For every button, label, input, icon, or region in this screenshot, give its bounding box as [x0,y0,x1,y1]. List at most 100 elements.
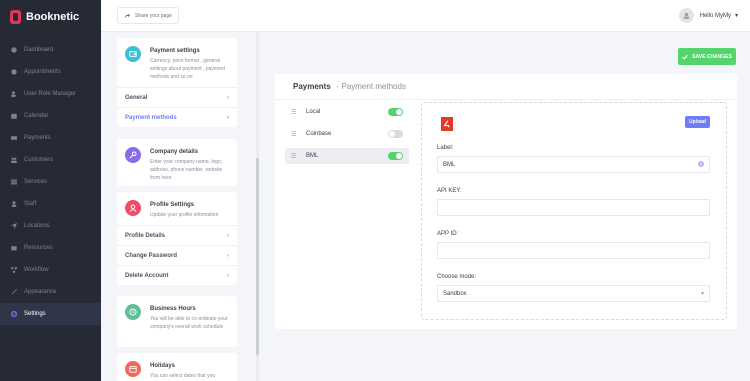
booknetic-logo-icon [10,10,21,24]
label-field-label: Label: [437,145,454,151]
sidebar-item-calendar[interactable]: Calendar [0,105,101,127]
resources-icon [11,245,17,251]
card-description: You will be able to co-ordinate your com… [150,316,228,330]
share-page-button[interactable]: Share your page [117,7,179,24]
app-logo[interactable]: Booknetic [10,9,79,25]
chevron-right-icon: › [227,232,229,239]
sidebar-item-dashboard[interactable]: Dashboard [0,39,101,61]
payment-method-bml[interactable]: ☰ BML [285,148,409,164]
sidebar-item-resources[interactable]: Resources [0,237,101,259]
settings-item-general[interactable]: General › [117,87,237,107]
payment-method-toggle[interactable] [388,152,403,160]
app-name: Booknetic [26,11,80,23]
settings-item-delete-account[interactable]: Delete Account › [117,265,237,285]
avatar [678,8,694,23]
user-icon [125,200,141,216]
page-subtitle: Payment methods [341,82,406,91]
sidebar-item-label: Settings [24,311,46,317]
chevron-down-icon: ▾ [734,13,738,19]
user-greeting: Hello MyMy [699,12,731,19]
drag-handle-icon[interactable]: ☰ [291,131,297,138]
workflow-icon [11,267,17,273]
settings-item-label: Payment methods [125,114,177,121]
settings-item-label: Profile Details [125,232,166,239]
mode-label: Choose mode: [437,274,477,280]
payment-method-coinbase[interactable]: ☰ Coinbase [285,126,409,142]
calendar-icon [11,113,17,119]
holidays-card[interactable]: Holidays You can select dates that you [117,353,237,381]
save-changes-button[interactable]: SAVE CHANGES [678,48,736,65]
profile-settings-card[interactable]: Profile Settings Update your profile inf… [117,192,237,285]
holiday-calendar-icon [125,361,141,377]
card-title: Business Hours [150,306,196,312]
label-field-value: BML [443,161,456,168]
save-changes-label: SAVE CHANGES [692,53,732,60]
payment-method-name: Local [306,109,321,115]
settings-item-profile-details[interactable]: Profile Details › [117,225,237,245]
appointments-icon [11,69,17,75]
payment-method-local[interactable]: ☰ Local [285,104,409,120]
settings-scrollbar-thumb[interactable] [256,158,259,355]
user-menu[interactable]: Hello MyMy ▾ [678,8,738,23]
customers-icon [11,157,17,163]
divider [275,99,737,100]
dashboard-icon [11,47,17,53]
drag-handle-icon[interactable]: ☰ [291,153,297,160]
drag-handle-icon[interactable]: ☰ [291,109,297,116]
settings-item-payment-methods[interactable]: Payment methods › [117,107,237,127]
sidebar-item-label: Workflow [24,267,49,273]
sidebar-item-appearance[interactable]: Appearance [0,281,101,303]
card-title: Payment settings [150,48,200,54]
sidebar: Booknetic Dashboard Appointments User Ro… [0,0,101,381]
top-bar: Share your page Hello MyMy ▾ [101,0,750,32]
payment-methods-panel: Payments › Payment methods ☰ Local ☰ Coi… [275,74,737,329]
card-description: Enter your company name, logo, address, … [150,159,223,181]
app-id-field[interactable] [437,242,710,259]
card-title: Profile Settings [150,202,195,208]
sidebar-item-customers[interactable]: Customers [0,149,101,171]
breadcrumb: Payments › Payment methods [293,82,406,91]
payments-icon [11,135,17,141]
payment-method-toggle[interactable] [388,130,403,138]
payment-method-name: BML [306,153,319,159]
sidebar-item-locations[interactable]: Locations [0,215,101,237]
globe-icon[interactable] [698,160,704,169]
mode-select[interactable]: Sandbox ▾ [437,285,710,302]
breadcrumb-separator: › [336,83,339,90]
settings-item-label: General [125,94,148,101]
sidebar-item-label: Staff [24,201,37,207]
payment-method-toggle[interactable] [388,108,403,116]
sidebar-item-label: Customers [24,157,54,163]
sidebar-item-services[interactable]: Services [0,171,101,193]
business-hours-card[interactable]: Business Hours You will be able to co-or… [117,296,237,347]
label-field[interactable]: BML [437,156,710,173]
company-details-card[interactable]: Company details Enter your company name,… [117,139,237,186]
mode-select-value: Sandbox [443,290,467,297]
sidebar-item-label: Services [24,179,48,185]
sidebar-item-payments[interactable]: Payments [0,127,101,149]
appearance-icon [11,289,17,295]
page-title: Payments [293,82,331,91]
locations-icon [11,223,17,229]
card-description: Currency, price format , general setting… [150,58,226,80]
staff-icon [11,201,17,207]
sidebar-item-label: Appearance [24,289,57,295]
chevron-right-icon: › [227,252,229,259]
services-icon [11,179,17,185]
card-description: You can select dates that you [150,373,216,379]
settings-item-change-password[interactable]: Change Password › [117,245,237,265]
sidebar-item-appointments[interactable]: Appointments [0,61,101,83]
chevron-right-icon: › [227,114,229,121]
sidebar-item-label: Payments [24,135,51,141]
card-title: Company details [150,149,199,155]
sidebar-item-label: Calendar [24,113,49,119]
sidebar-item-staff[interactable]: Staff [0,193,101,215]
sidebar-item-label: Appointments [24,69,61,75]
payment-settings-card[interactable]: Payment settings Currency, price format … [117,38,237,127]
sidebar-item-user-role-manager[interactable]: User Role Manager [0,83,101,105]
settings-item-label: Delete Account [125,272,169,279]
upload-button[interactable]: Upload [685,116,710,128]
sidebar-item-workflow[interactable]: Workflow [0,259,101,281]
sidebar-item-settings[interactable]: Settings [0,303,101,325]
api-key-field[interactable] [437,199,710,216]
